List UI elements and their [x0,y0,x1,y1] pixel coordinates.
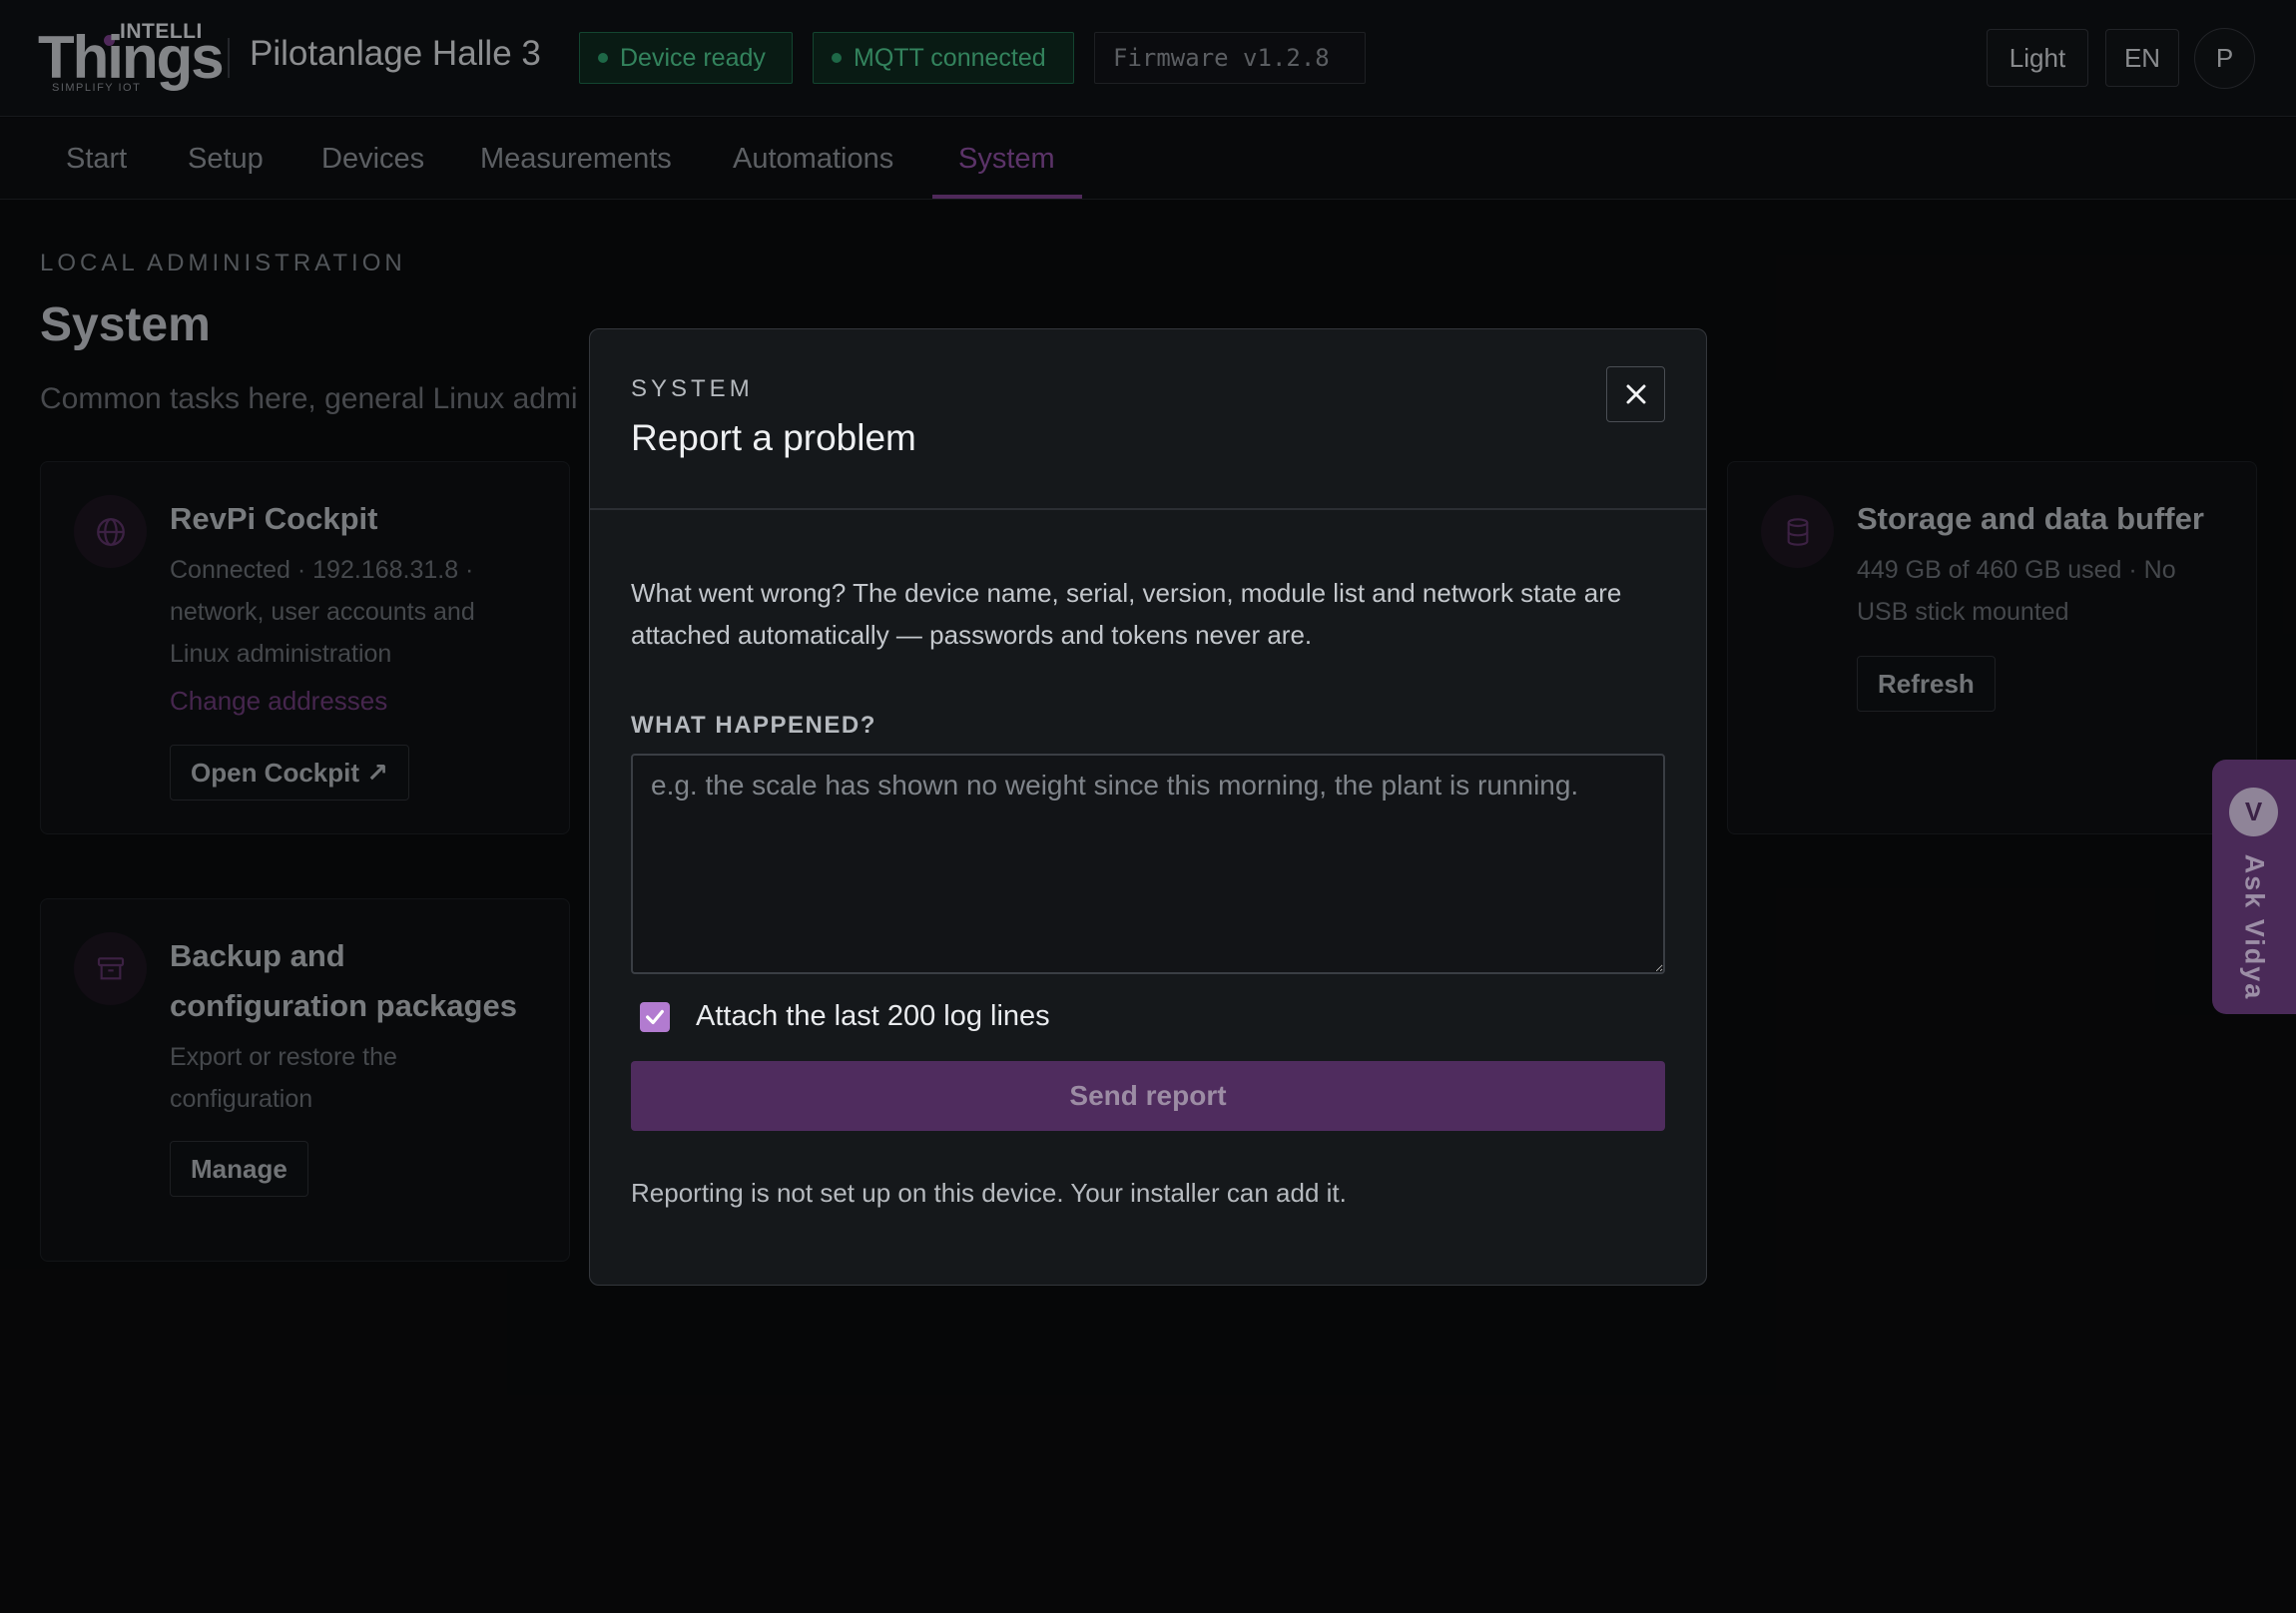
report-problem-dialog: SYSTEM Report a problem What went wrong?… [589,328,1707,1286]
ask-vidya-label: Ask Vidya [2239,853,2270,1001]
send-report-button[interactable]: Send report [631,1061,1665,1131]
close-button[interactable] [1606,366,1665,422]
dialog-eyebrow: SYSTEM [631,375,754,402]
attach-logs-checkbox[interactable] [640,1001,670,1032]
what-happened-label: WHAT HAPPENED? [631,712,876,739]
attach-logs-row[interactable]: Attach the last 200 log lines [640,1000,1050,1033]
reporting-note: Reporting is not set up on this device. … [631,1178,1347,1208]
dialog-description: What went wrong? The device name, serial… [631,578,1622,650]
ask-vidya-tab[interactable]: V Ask Vidya [2212,760,2296,1014]
close-icon [1626,384,1645,404]
what-happened-textarea[interactable] [631,754,1665,974]
dialog-divider [590,508,1706,510]
vidya-avatar: V [2229,788,2278,836]
dialog-title: Report a problem [631,417,916,458]
checkmark-icon [646,1009,664,1024]
attach-logs-label[interactable]: Attach the last 200 log lines [696,1000,1050,1033]
